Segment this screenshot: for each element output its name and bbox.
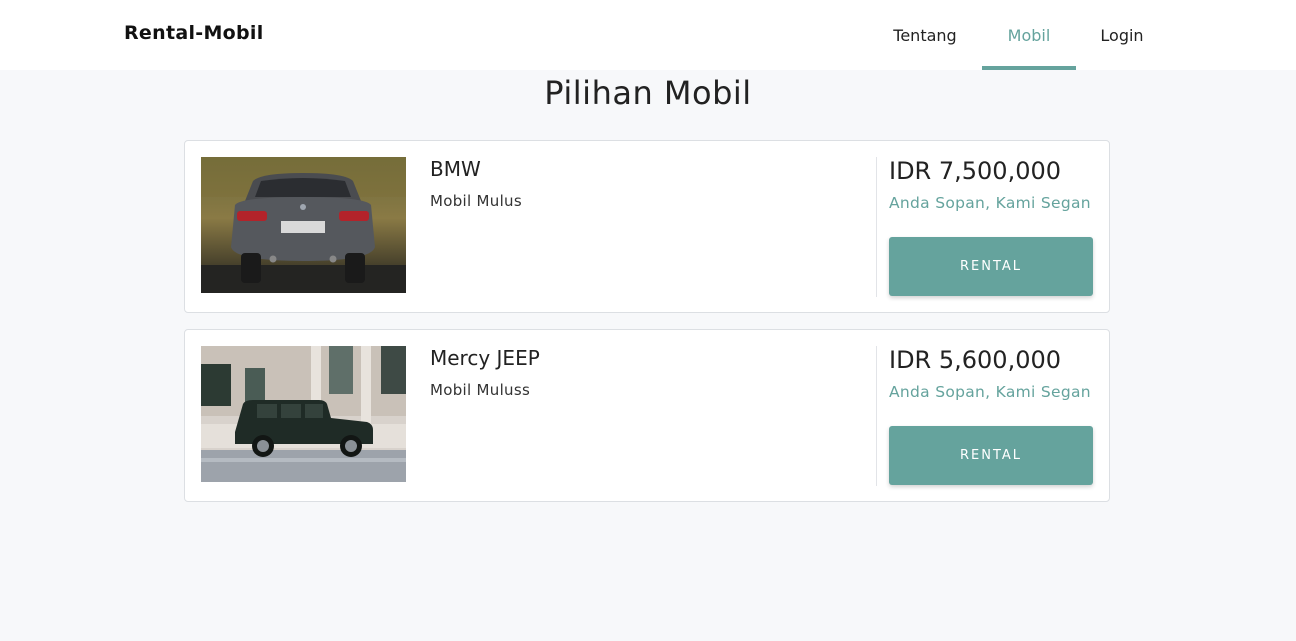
car-name: BMW <box>430 157 481 181</box>
car-card: Mercy JEEP Mobil Muluss IDR 5,600,000 An… <box>184 329 1110 502</box>
car-name: Mercy JEEP <box>430 346 540 370</box>
car-image-bmw <box>201 157 406 293</box>
rental-button[interactable]: RENTAL <box>889 237 1093 296</box>
nav-link-login[interactable]: Login <box>1086 0 1158 70</box>
car-price: IDR 5,600,000 <box>889 346 1062 374</box>
car-tagline: Anda Sopan, Kami Segan <box>889 194 1091 212</box>
car-description: Mobil Mulus <box>430 192 522 210</box>
car-card: BMW Mobil Mulus IDR 7,500,000 Anda Sopan… <box>184 140 1110 313</box>
nav-link-mobil[interactable]: Mobil <box>982 0 1076 70</box>
car-description: Mobil Muluss <box>430 381 531 399</box>
car-image-mercy-jeep <box>201 346 406 482</box>
page-title: Pilihan Mobil <box>544 74 752 112</box>
card-divider <box>876 346 877 486</box>
brand-logo[interactable]: Rental-Mobil <box>124 22 264 44</box>
car-tagline: Anda Sopan, Kami Segan <box>889 383 1091 401</box>
rental-button[interactable]: RENTAL <box>889 426 1093 485</box>
car-price: IDR 7,500,000 <box>889 157 1062 185</box>
nav-link-tentang[interactable]: Tentang <box>878 0 972 70</box>
card-divider <box>876 157 877 297</box>
navbar: Rental-Mobil Tentang Mobil Login <box>0 0 1296 70</box>
